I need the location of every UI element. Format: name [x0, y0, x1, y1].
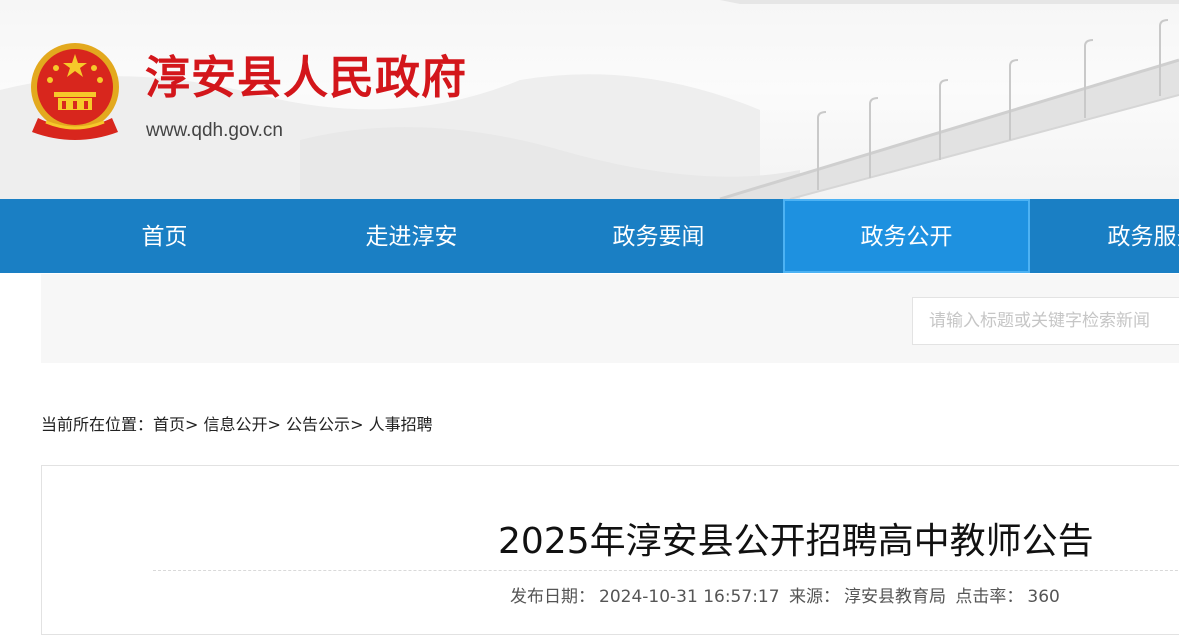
article-title: 2025年淳安县公开招聘高中教师公告	[498, 521, 1094, 562]
site-name: 淳安县人民政府	[145, 51, 468, 104]
site-header: 淳安县人民政府 www.qdh.gov.cn	[0, 0, 1179, 199]
breadcrumb-home[interactable]: 首页	[153, 415, 185, 434]
search-input[interactable]	[912, 297, 1179, 345]
title-divider	[153, 570, 1179, 571]
breadcrumb: 当前所在位置：首页> 信息公开> 公告公示> 人事招聘	[41, 411, 433, 435]
breadcrumb-announcements[interactable]: 公告公示	[286, 415, 350, 434]
publish-date: 2024-10-31 16:57:17	[599, 587, 780, 607]
view-count: 360	[1027, 587, 1060, 607]
nav-item-news[interactable]: 政务要闻	[535, 199, 782, 273]
breadcrumb-separator: >	[350, 415, 364, 434]
breadcrumb-separator: >	[185, 415, 199, 434]
article-panel: 2025年淳安县公开招聘高中教师公告 发布日期： 2024-10-31 16:57…	[41, 465, 1179, 635]
article-meta: 发布日期： 2024-10-31 16:57:17 来源： 淳安县教育局 点击率： 3…	[510, 582, 1064, 607]
main-nav: 首页 走进淳安 政务要闻 政务公开 政务服务	[0, 199, 1179, 273]
source-label: 来源：	[788, 587, 840, 607]
national-emblem-logo	[31, 43, 119, 140]
breadcrumb-prefix: 当前所在位置：	[41, 415, 154, 434]
breadcrumb-info-open[interactable]: 信息公开	[204, 415, 268, 434]
source: 淳安县教育局	[843, 587, 946, 607]
nav-item-open-government[interactable]: 政务公开	[783, 199, 1030, 273]
breadcrumb-recruitment[interactable]: 人事招聘	[369, 415, 433, 434]
nav-item-home[interactable]: 首页	[41, 199, 288, 273]
views-label: 点击率：	[955, 587, 1024, 607]
nav-item-services[interactable]: 政务服务	[1030, 199, 1179, 273]
site-url: www.qdh.gov.cn	[146, 120, 283, 141]
publish-date-label: 发布日期：	[510, 587, 595, 607]
search-bar-area	[41, 274, 1179, 363]
nav-item-about[interactable]: 走进淳安	[288, 199, 535, 273]
breadcrumb-separator: >	[267, 415, 281, 434]
